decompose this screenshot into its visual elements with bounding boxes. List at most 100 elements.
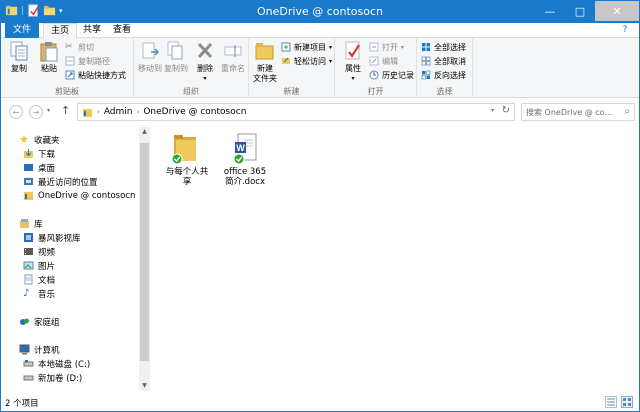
scrollbar-thumb[interactable] [140,143,149,361]
maximize-button[interactable]: □ [565,1,595,21]
select-none-button[interactable]: 全部取消 [421,55,466,67]
edit-button[interactable]: 编辑 [369,55,398,67]
paste-shortcut-button[interactable]: 粘贴快捷方式 [65,69,126,81]
delete-button[interactable]: 删除 ▾ [191,40,219,84]
breadcrumb-admin[interactable]: Admin [104,107,133,117]
onedrive-folder-icon [83,108,92,117]
move-to-button[interactable]: 移动到 [136,40,164,74]
sidebar-item-label: 本地磁盘 (C:) [38,359,91,370]
sidebar-item-drive-c[interactable]: 本地磁盘 (C:) [23,357,90,370]
copy-path-button[interactable]: 复制路径 [65,55,110,67]
favorites-header[interactable]: ★ 收藏夹 [19,133,60,146]
svg-text:W: W [236,143,245,153]
new-folder-label-2: 文件夹 [253,74,277,83]
sidebar-item-drive-d[interactable]: 新加卷 (D:) [23,371,82,384]
sidebar-item-label: 下载 [38,149,56,160]
properties-dropdown-icon: ▾ [351,75,355,82]
invert-selection-button[interactable]: 反向选择 [421,69,466,81]
open-button[interactable]: 打开 ▾ [369,41,404,53]
search-box[interactable]: 搜索 OneDrive @ co... ⌕ [521,103,635,121]
scroll-down-icon[interactable]: ▼ [139,381,150,391]
forward-button[interactable]: → [29,105,43,119]
sidebar-item-baofeng[interactable]: 暴风影视库 [23,231,81,244]
navigation-pane: ★ 收藏夹 下载 桌面 最近访问的位置 OneDrive @ contosocn… [1,127,151,391]
large-icons-view-button[interactable] [621,396,633,408]
sidebar-item-desktop[interactable]: 桌面 [23,161,55,174]
file-item-shared-folder[interactable]: 与每个人共 享 [159,131,215,187]
scroll-up-icon[interactable]: ▲ [139,127,150,137]
delete-icon [197,42,213,59]
up-button[interactable]: ↑ [61,104,70,117]
item-count: 2 个项目 [5,399,39,409]
tab-view[interactable]: 查看 [111,23,133,38]
close-button[interactable]: ✕ [595,1,639,21]
easy-access-icon [282,57,290,64]
window-controls: — □ ✕ [535,1,639,21]
new-item-label: 新建项目 [294,42,326,52]
title-bar[interactable]: | ▾ OneDrive @ contosocn — □ ✕ [1,1,639,23]
rename-button[interactable]: 重命名 [219,40,247,74]
ribbon-group-clipboard: 复制 粘贴 ✂ 剪切 复制路径 粘贴快捷方式 剪贴板 [1,38,134,98]
refresh-icon[interactable]: ↻ [502,105,510,116]
minimize-button[interactable]: — [535,1,565,21]
file-name-line2: 享 [182,177,192,187]
back-button[interactable]: ← [9,105,23,119]
details-view-icon [607,398,615,406]
onedrive-folder-icon [24,192,33,200]
status-bar: 2 个项目 [1,393,639,411]
sidebar-item-label: 视频 [38,247,56,258]
history-icon [369,70,379,80]
navigation-bar: ← → ▾ ↑ › Admin › OneDrive @ contosocn ▾… [1,99,639,125]
sidebar-item-homegroup[interactable]: 家庭组 [19,315,60,328]
computer-label: 计算机 [34,345,60,356]
easy-access-button[interactable]: 轻松访问 ▾ [281,55,332,67]
sidebar-item-videos[interactable]: 视频 [23,245,55,258]
ribbon-group-organize: 移动到 复制到 删除 ▾ 重命名 组织 [134,38,249,98]
file-item-docx[interactable]: W office 365 简介.docx [217,131,273,187]
homegroup-icon [20,318,29,325]
tab-file[interactable]: 文件 [5,23,39,38]
search-input[interactable]: 搜索 OneDrive @ co... [526,107,612,118]
new-folder-button[interactable]: 新建 文件夹 [251,40,279,84]
cut-label: 剪切 [78,42,94,52]
computer-header[interactable]: 计算机 [19,343,60,356]
shared-folder-icon [171,135,196,165]
copy-button[interactable]: 复制 [5,40,33,74]
paste-button[interactable]: 粘贴 [35,40,63,74]
tab-home[interactable]: 主页 [43,23,77,39]
properties-button[interactable]: 属性 ▾ [339,40,367,84]
cut-button[interactable]: ✂ 剪切 [65,41,94,53]
tab-share[interactable]: 共享 [81,23,103,38]
file-name-line1: 与每个人共 [165,167,209,177]
file-name-line1: office 365 [223,167,267,177]
star-icon: ★ [19,133,29,146]
sidebar-item-pictures[interactable]: 图片 [23,259,55,272]
copy-to-button[interactable]: 复制到 [162,40,190,74]
copy-to-icon [167,41,183,60]
organize-group-label: 组织 [183,87,199,96]
rename-label: 重命名 [221,64,245,73]
sidebar-item-music[interactable]: ♪ 音乐 [23,287,55,300]
sidebar-item-documents[interactable]: 文档 [23,273,55,286]
sidebar-item-downloads[interactable]: 下载 [23,147,55,160]
breadcrumb-onedrive[interactable]: OneDrive @ contosocn [143,107,246,117]
details-view-button[interactable] [605,396,617,408]
select-all-button[interactable]: 全部选择 [421,41,466,53]
paste-shortcut-icon [65,70,75,80]
properties-icon [345,41,360,60]
sidebar-item-onedrive[interactable]: OneDrive @ contosocn [23,189,135,202]
new-item-button[interactable]: 新建项目 ▾ [281,41,332,53]
navigation-pane-scrollbar[interactable]: ▲ ▼ [139,127,150,391]
move-to-label: 移动到 [138,64,162,73]
recent-locations-icon[interactable]: ▾ [47,107,50,114]
file-name-line2: 简介.docx [224,177,265,187]
address-bar[interactable]: › Admin › OneDrive @ contosocn ▾ ↻ [77,103,515,121]
address-dropdown-icon[interactable]: ▾ [491,107,494,114]
help-button[interactable]: ? [619,23,631,38]
ribbon-tabs: 文件 主页 共享 查看 ? [1,23,639,39]
libraries-header[interactable]: 库 [19,217,43,230]
history-button[interactable]: 历史记录 [369,69,414,81]
ribbon-group-open: 属性 ▾ 打开 ▾ 编辑 历史记录 打开 [335,38,417,98]
sidebar-item-recent[interactable]: 最近访问的位置 [23,175,98,188]
pictures-icon [23,261,34,270]
